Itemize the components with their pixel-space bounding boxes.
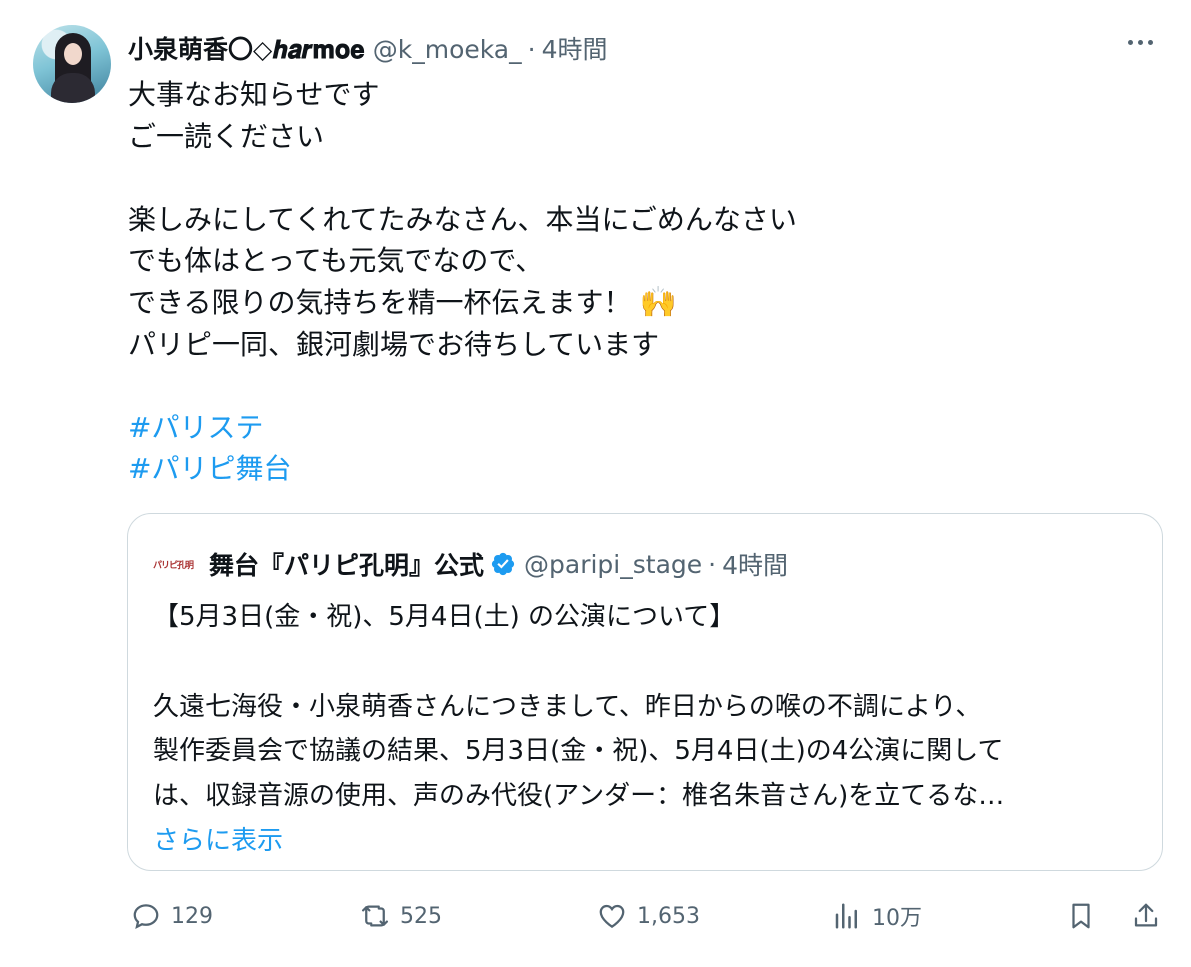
quoted-blank-line (153, 640, 1143, 685)
tweet-line: 楽しみにしてくれてたみなさん、本当にごめんなさい (128, 202, 797, 236)
more-options-button[interactable] (1128, 40, 1160, 52)
separator-dot: · (708, 549, 717, 579)
quoted-tweet-timestamp[interactable]: 4時間 (722, 546, 788, 582)
quoted-tweet-header: パリピ孔明 舞台『パリピ孔明』公式 @paripi_stage · 4時間 (153, 547, 788, 581)
share-button[interactable] (1131, 895, 1161, 937)
views-button[interactable]: 10万 (832, 895, 922, 937)
tweet-line: ご一読ください (128, 119, 325, 153)
view-count: 10万 (872, 906, 922, 931)
tweet-line: 大事なお知らせです (128, 78, 380, 111)
tweet-line-text: できる限りの気持ちを精一杯伝えます！ (128, 285, 632, 319)
quoted-author-handle[interactable]: @paripi_stage (524, 550, 702, 579)
show-more-link[interactable]: さらに表示 (153, 819, 1143, 864)
views-icon (835, 903, 857, 929)
reply-count: 129 (171, 903, 213, 929)
separator-dot: · (527, 35, 536, 64)
tweet-action-bar: 129 525 1,653 10万 (0, 895, 1191, 937)
share-icon (1134, 903, 1158, 927)
reply-button[interactable]: 129 (131, 895, 213, 937)
quoted-line: 【5月3日(金・祝)、5月4日(土) の公演について】 (153, 602, 736, 632)
more-icon-dot (1138, 40, 1143, 45)
avatar-body (51, 73, 95, 103)
tweet-line: パリピ一同、銀河劇場でお待ちしています (128, 327, 660, 361)
quoted-line: 久遠七海役・小泉萌香さんにつきまして、昨日からの喉の不調により、 (153, 691, 982, 722)
retweet-icon (362, 905, 388, 927)
more-icon-dot (1148, 40, 1153, 45)
tweet-timestamp[interactable]: 4時間 (542, 30, 608, 66)
author-display-name[interactable]: 小泉萌香〇◇𝒉𝒂𝒓𝐦𝐨𝐞 (128, 30, 365, 66)
like-icon (599, 904, 625, 928)
tweet-header: 小泉萌香〇◇𝒉𝒂𝒓𝐦𝐨𝐞 @k_moeka_ · 4時間 (128, 30, 608, 64)
like-count: 1,653 (637, 903, 700, 929)
bookmark-button[interactable] (1066, 895, 1096, 937)
reply-icon (133, 904, 159, 929)
avatar-face (64, 43, 82, 65)
quoted-tweet-text: 【5月3日(金・祝)、5月4日(土) の公演について】 久遠七海役・小泉萌香さん… (153, 595, 1143, 864)
bookmark-icon (1072, 903, 1090, 929)
tweet-line: でも体はとっても元気でなので、 (128, 244, 544, 278)
author-handle[interactable]: @k_moeka_ (373, 35, 522, 64)
quoted-line: は、収録音源の使用、声のみ代役(アンダー：椎名朱音さん)を立てるな… (153, 781, 1005, 812)
like-button[interactable]: 1,653 (597, 895, 700, 937)
quoted-author-display-name[interactable]: 舞台『パリピ孔明』公式 (209, 546, 484, 582)
raising-hands-emoji: 🙌 (639, 284, 677, 320)
quoted-author-avatar-logo[interactable]: パリピ孔明 (153, 554, 199, 574)
hashtag-link[interactable]: #パリステ (128, 407, 1128, 449)
more-icon (1128, 40, 1133, 45)
quoted-line: 製作委員会で協議の結果、5月3日(金・祝)、5月4日(土)の4公演に関して (153, 736, 1004, 767)
author-avatar[interactable] (33, 25, 111, 103)
retweet-count: 525 (400, 903, 442, 929)
quoted-tweet-card[interactable]: パリピ孔明 舞台『パリピ孔明』公式 @paripi_stage · 4時間 【5… (127, 513, 1163, 871)
tweet-text: 大事なお知らせです ご一読ください 楽しみにしてくれてたみなさん、本当にごめんな… (128, 74, 1128, 490)
retweet-button[interactable]: 525 (360, 895, 442, 937)
hashtag-link[interactable]: #パリピ舞台 (128, 448, 1128, 490)
tweet-line-with-emoji: できる限りの気持ちを精一杯伝えます！ 🙌 (128, 282, 1128, 324)
verified-badge-icon (491, 552, 515, 576)
